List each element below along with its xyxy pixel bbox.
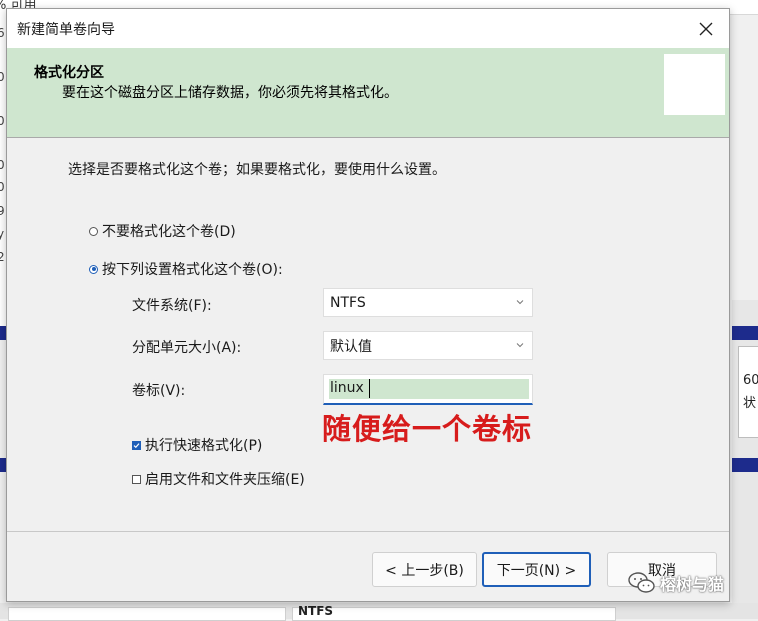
background-fragment: 0 [0, 158, 5, 172]
checkbox-checked-icon[interactable] [132, 440, 141, 450]
volume-label-value: linux [330, 380, 364, 396]
wechat-icon [628, 572, 655, 593]
radio-label: 按下列设置格式化这个卷(O): [102, 262, 283, 278]
chevron-down-icon [516, 343, 524, 348]
background-partition-status: 状 [743, 396, 757, 411]
red-annotation-text: 随便给一个卷标 [322, 412, 533, 446]
back-button[interactable]: < 上一步(B) [372, 552, 477, 587]
checkbox-label: 执行快速格式化(P) [145, 438, 263, 454]
background-fragment: 2 [0, 250, 5, 264]
compression-checkbox[interactable]: 启用文件和文件夹压缩(E) [132, 469, 305, 489]
close-icon [699, 22, 713, 35]
chevron-down-icon [516, 300, 524, 305]
file-system-value: NTFS [330, 294, 366, 311]
watermark-text: 榕树与猫 [660, 575, 725, 594]
background-fragment: 9 [0, 204, 5, 218]
background-fragment: 0 [0, 180, 5, 194]
volume-label-input[interactable]: linux [323, 374, 533, 405]
page-title: 格式化分区 [34, 65, 104, 81]
background-fragment: y [0, 227, 5, 241]
checkbox-label: 启用文件和文件夹压缩(E) [145, 472, 305, 488]
allocation-unit-label: 分配单元大小(A): [132, 340, 242, 356]
background-disk-bar [732, 326, 758, 340]
header-image [664, 54, 725, 115]
wizard-header: 格式化分区 要在这个磁盘分区上储存数据，你必须先将其格式化。 [7, 48, 729, 138]
title-bar: 新建简单卷向导 [7, 9, 729, 48]
background-fragment: 0 [0, 114, 5, 128]
background-fragment: 0 [0, 70, 5, 84]
wizard-body: 选择是否要格式化这个卷；如果要格式化，要使用什么设置。 不要格式化这个卷(D) … [7, 138, 729, 534]
background-disk-bar [732, 458, 758, 472]
quick-format-checkbox[interactable]: 执行快速格式化(P) [132, 435, 262, 455]
checkbox-unchecked-icon[interactable] [132, 474, 141, 484]
radio-format[interactable]: 按下列设置格式化这个卷(O): [89, 259, 283, 279]
text-caret [369, 379, 370, 398]
radio-no-format[interactable]: 不要格式化这个卷(D) [89, 221, 236, 241]
page-subtitle: 要在这个磁盘分区上储存数据，你必须先将其格式化。 [62, 85, 398, 101]
file-system-label: 文件系统(F): [132, 298, 212, 314]
file-system-select[interactable]: NTFS [323, 288, 533, 317]
radio-label: 不要格式化这个卷(D) [102, 224, 236, 240]
allocation-unit-select[interactable]: 默认值 [323, 331, 533, 360]
new-simple-volume-wizard: 新建简单卷向导 格式化分区 要在这个磁盘分区上储存数据，你必须先将其格式化。 选… [6, 8, 730, 602]
background-partition-fs: NTFS [298, 604, 334, 618]
footer-divider [7, 531, 729, 532]
background-bottom-strip [0, 603, 758, 621]
background-fragment: 6 [0, 26, 5, 40]
radio-button-icon[interactable] [89, 226, 98, 236]
next-button[interactable]: 下一页(N) > [482, 552, 591, 587]
background-partition-size: 60 [743, 373, 758, 388]
intro-text: 选择是否要格式化这个卷；如果要格式化，要使用什么设置。 [68, 162, 446, 178]
watermark: 榕树与猫 [628, 571, 724, 595]
volume-label-label: 卷标(V): [132, 383, 186, 399]
radio-button-checked-icon[interactable] [89, 264, 98, 274]
allocation-unit-value: 默认值 [330, 338, 372, 355]
close-button[interactable] [683, 9, 729, 48]
window-title: 新建简单卷向导 [17, 22, 115, 38]
